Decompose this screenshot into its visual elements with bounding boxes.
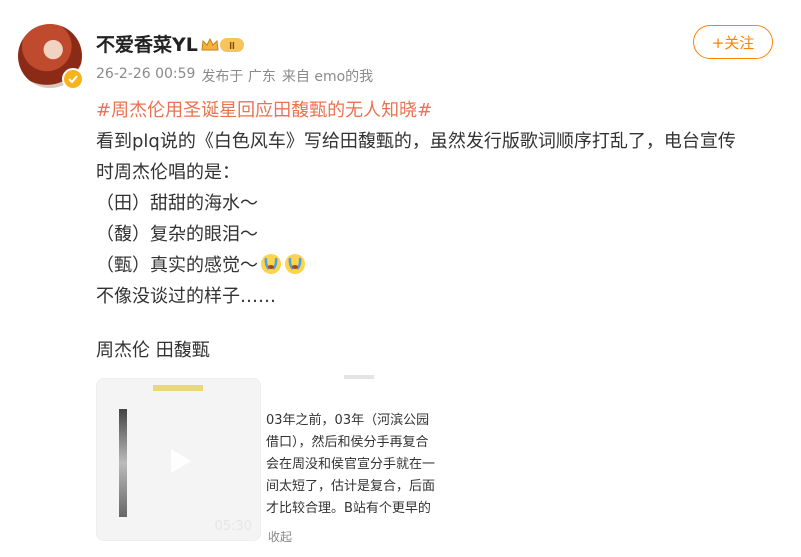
article-line: 03年之前，03年（河滨公园 xyxy=(266,413,430,428)
vip-crown-icon: II xyxy=(201,37,244,52)
article-line: 借口），然后和侯分手再复合 xyxy=(266,435,429,450)
post-location: 发布于 广东 xyxy=(201,69,276,85)
hashtag-link[interactable]: #周杰伦用圣诞星回应田馥甄的无人知晓# xyxy=(96,95,776,126)
video-frame xyxy=(119,409,127,517)
post-text: （甄）真实的感觉～ xyxy=(96,255,258,276)
article-line: 会在周没和侯官宣分手就在一 xyxy=(266,457,436,472)
post-meta: 26-2-26 00:59 发布于 广东 来自 emo的我 xyxy=(96,66,373,86)
verified-badge-icon xyxy=(62,68,84,90)
video-duration: 05:30 xyxy=(214,519,252,534)
article-line: 间太短了，估计是复合，后面 xyxy=(266,479,436,494)
vip-level: II xyxy=(229,41,235,52)
play-icon[interactable] xyxy=(161,443,197,479)
article-line: 才比较合理。B站有个更早的 xyxy=(266,501,431,516)
post-source: 来自 emo的我 xyxy=(281,69,374,85)
post-text-line: 看到plq说的《白色风车》写给田馥甄的，虽然发行版歌词顺序打乱了，电台宣传 xyxy=(96,131,736,152)
post-text-line: （馥）复杂的眼泪～ xyxy=(96,224,258,245)
username[interactable]: 不爱香菜YL xyxy=(96,30,198,57)
follow-button[interactable]: +关注 xyxy=(693,25,773,59)
collapse-button[interactable]: 收起 xyxy=(268,528,292,545)
post-text-line: （田）甜甜的海水～ xyxy=(96,193,258,214)
post-text-line: 时周杰伦唱的是： xyxy=(96,162,240,183)
post-text-line-with-emoji: （甄）真实的感觉～ xyxy=(96,250,776,281)
post-text-line: 不像没谈过的样子…… xyxy=(96,286,276,307)
crying-face-icon xyxy=(261,254,281,274)
post-tags: 周杰伦 田馥甄 xyxy=(96,340,210,361)
article-preview[interactable]: 03年之前，03年（河滨公园 借口），然后和侯分手再复合 会在周没和侯官宣分手就… xyxy=(266,375,436,520)
post-content: #周杰伦用圣诞星回应田馥甄的无人知晓# 看到plq说的《白色风车》写给田馥甄的，… xyxy=(96,95,776,312)
faded-title xyxy=(344,375,374,379)
video-caption-bar xyxy=(153,385,203,391)
post-time[interactable]: 26-2-26 00:59 xyxy=(96,66,195,86)
crying-face-icon xyxy=(285,254,305,274)
avatar[interactable] xyxy=(18,24,84,90)
video-thumbnail[interactable]: 05:30 xyxy=(96,378,261,541)
